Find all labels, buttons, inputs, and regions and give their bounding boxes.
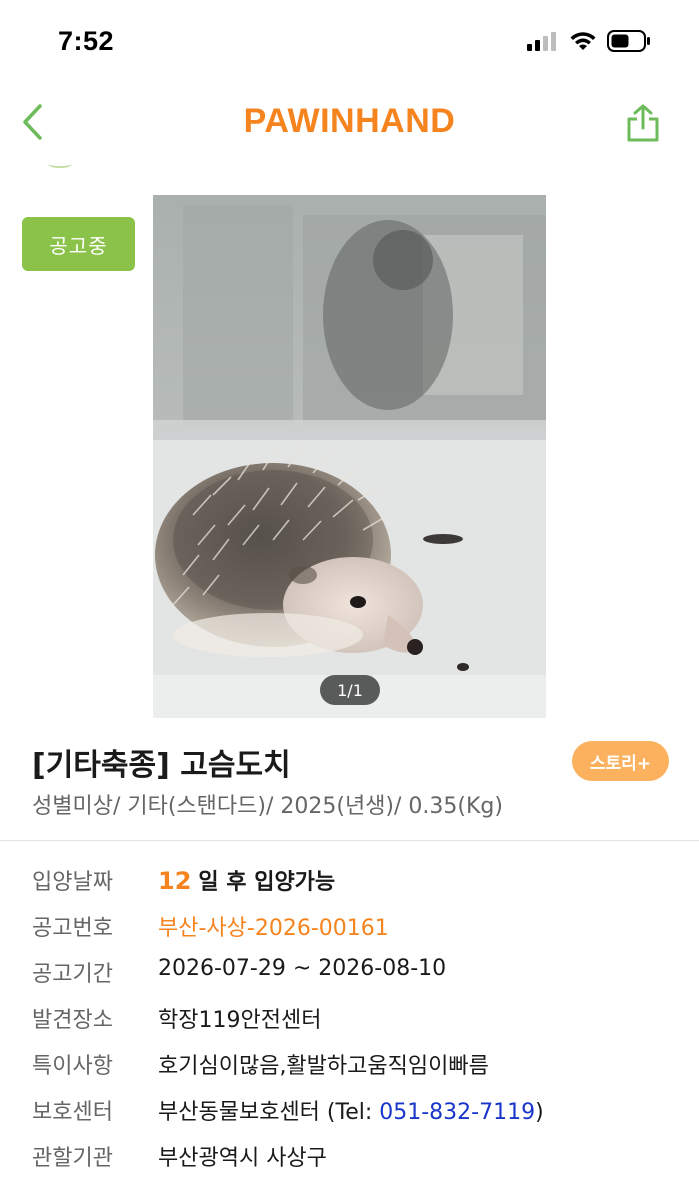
detail-label: 보호센터 (32, 1100, 113, 1125)
story-button[interactable]: 스토리+ (572, 741, 669, 781)
detail-label: 발견장소 (32, 1008, 113, 1033)
share-icon (627, 104, 659, 142)
navigation-bar: PAWINHAND (0, 82, 699, 166)
detail-row-characteristics: 특이사항 호기심이많음,활발하고움직임이빠름 (0, 1042, 699, 1082)
detail-row-notice-number: 공고번호 부산-사상-2026-00161 (0, 904, 699, 944)
detail-value: 2026-07-29 ~ 2026-08-10 (158, 956, 447, 981)
detail-value: 학장119안전센터 (158, 1008, 322, 1033)
detail-value: 호기심이많음,활발하고움직임이빠름 (158, 1054, 489, 1079)
status-badge: 공고중 (22, 217, 135, 271)
detail-label: 특이사항 (32, 1054, 113, 1079)
animal-detail-screen: 7:52 PAWINHAND 공고중 1/1 [기타축종] 고슴도치 스토리+ … (0, 0, 699, 1200)
status-icons (527, 30, 651, 52)
shelter-phone-link[interactable]: 051-832-7119 (379, 1100, 535, 1125)
detail-row-found-place: 발견장소 학장119안전센터 (0, 996, 699, 1036)
notice-number-link[interactable]: 부산-사상-2026-00161 (158, 910, 389, 942)
status-time: 7:52 (58, 26, 115, 56)
detail-row-shelter: 보호센터 부산동물보호센터 (Tel: 051-832-7119) (0, 1088, 699, 1128)
photo-counter: 1/1 (320, 675, 380, 705)
detail-label: 관할기관 (32, 1146, 113, 1171)
share-button[interactable] (623, 100, 663, 146)
detail-row-authority: 관할기관 부산광역시 사상구 (0, 1134, 699, 1174)
scroll-indicator (48, 160, 72, 168)
animal-title: [기타축종] 고슴도치 (32, 748, 291, 783)
days-remaining: 12 (158, 867, 192, 895)
detail-value: 12 일 후 입양가능 (158, 864, 335, 896)
animal-summary: 성별미상/ 기타(스탠다드)/ 2025(년생)/ 0.35(Kg) (32, 794, 503, 819)
animal-photo[interactable]: 1/1 (153, 195, 546, 718)
detail-label: 공고번호 (32, 916, 113, 941)
shelter-close-paren: ) (535, 1100, 544, 1125)
battery-icon (607, 30, 650, 52)
brand-logo: PAWINHAND (243, 102, 456, 140)
detail-row-notice-period: 공고기간 2026-07-29 ~ 2026-08-10 (0, 950, 699, 990)
detail-row-adoption-date: 입양날짜 12 일 후 입양가능 (0, 858, 699, 898)
signal-icon (527, 32, 556, 51)
detail-value: 부산동물보호센터 (Tel: 051-832-7119) (158, 1094, 544, 1126)
shelter-name: 부산동물보호센터 (Tel: (158, 1100, 380, 1125)
section-divider (0, 840, 699, 841)
detail-label: 입양날짜 (32, 870, 113, 895)
hedgehog-photo (153, 195, 546, 718)
detail-value: 부산광역시 사상구 (158, 1146, 327, 1171)
wifi-icon (570, 32, 596, 50)
detail-label: 공고기간 (32, 962, 113, 987)
days-remaining-text: 일 후 입양가능 (198, 870, 336, 895)
status-bar: 7:52 (0, 0, 699, 80)
